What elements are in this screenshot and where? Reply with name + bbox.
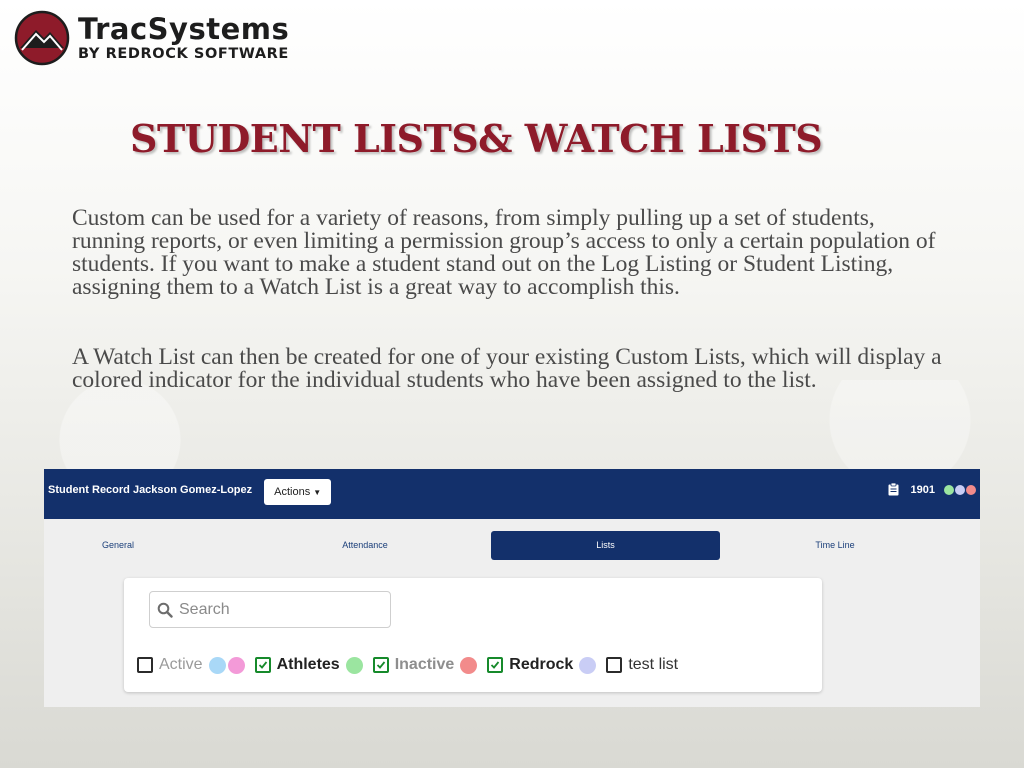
tab-general[interactable]: General bbox=[88, 531, 148, 560]
record-title: Student Record Jackson Gomez-Lopez bbox=[48, 484, 253, 496]
record-tabs: General Attendance Lists Time Line bbox=[44, 519, 980, 565]
checkbox-test-list[interactable] bbox=[606, 657, 623, 673]
list-item-active[interactable]: Active bbox=[137, 656, 247, 674]
slide-paragraph-1: Custom can be used for a variety of reas… bbox=[72, 205, 936, 300]
list-item-athletes[interactable]: Athletes bbox=[254, 656, 365, 674]
tab-time-line[interactable]: Time Line bbox=[804, 531, 866, 560]
list-label-inactive: Inactive bbox=[394, 656, 455, 673]
slide-paragraph-2: A Watch List can then be created for one… bbox=[72, 344, 942, 393]
clipboard-icon[interactable] bbox=[888, 483, 899, 496]
lists-card: Active Athletes Inactive bbox=[124, 578, 822, 692]
record-header: Student Record Jackson Gomez-Lopez Actio… bbox=[44, 469, 980, 519]
search-box[interactable] bbox=[149, 591, 391, 628]
list-dot-green bbox=[345, 656, 363, 674]
list-label-athletes: Athletes bbox=[276, 656, 340, 673]
brand-logo: TracSystems BY REDROCK SOFTWARE bbox=[14, 10, 289, 66]
mountain-logo-icon bbox=[14, 10, 70, 66]
check-icon bbox=[258, 661, 267, 669]
list-dot-blue bbox=[208, 656, 226, 674]
watch-dot-lavender bbox=[955, 484, 965, 495]
list-item-inactive[interactable]: Inactive bbox=[372, 656, 480, 674]
list-label-active: Active bbox=[159, 656, 203, 673]
caret-down-icon: ▼ bbox=[313, 487, 322, 497]
custom-lists: Active Athletes Inactive Redrock test li… bbox=[137, 656, 692, 674]
header-status: 1901 bbox=[888, 483, 976, 496]
list-dot-lavender bbox=[579, 656, 597, 674]
list-item-redrock[interactable]: Redrock bbox=[487, 656, 598, 674]
check-icon bbox=[376, 661, 385, 669]
student-record-screenshot: Student Record Jackson Gomez-Lopez Actio… bbox=[44, 469, 980, 707]
checkbox-redrock[interactable] bbox=[487, 657, 504, 673]
list-dot-pink bbox=[227, 656, 245, 674]
list-dot-red bbox=[460, 656, 478, 674]
tab-lists[interactable]: Lists bbox=[491, 531, 720, 560]
list-label-redrock: Redrock bbox=[509, 656, 574, 673]
check-icon bbox=[491, 661, 500, 669]
watch-dot-green bbox=[944, 484, 954, 495]
checkbox-athletes[interactable] bbox=[254, 657, 271, 673]
watch-dot-red bbox=[966, 484, 976, 495]
search-input[interactable] bbox=[177, 599, 381, 620]
checkbox-inactive[interactable] bbox=[372, 657, 389, 673]
actions-label: Actions bbox=[274, 486, 311, 498]
tab-attendance[interactable]: Attendance bbox=[334, 531, 396, 560]
record-id: 1901 bbox=[910, 483, 935, 496]
search-icon bbox=[157, 602, 173, 618]
list-item-test-list[interactable]: test list bbox=[606, 656, 684, 674]
list-label-test-list: test list bbox=[628, 656, 679, 673]
actions-dropdown-button[interactable]: Actions ▼ bbox=[264, 479, 332, 505]
checkbox-active[interactable] bbox=[137, 657, 153, 673]
brand-name: TracSystems bbox=[78, 11, 290, 46]
slide-title: STUDENT LISTS& WATCH LISTS bbox=[130, 116, 823, 161]
brand-tagline: BY REDROCK SOFTWARE bbox=[78, 45, 289, 62]
